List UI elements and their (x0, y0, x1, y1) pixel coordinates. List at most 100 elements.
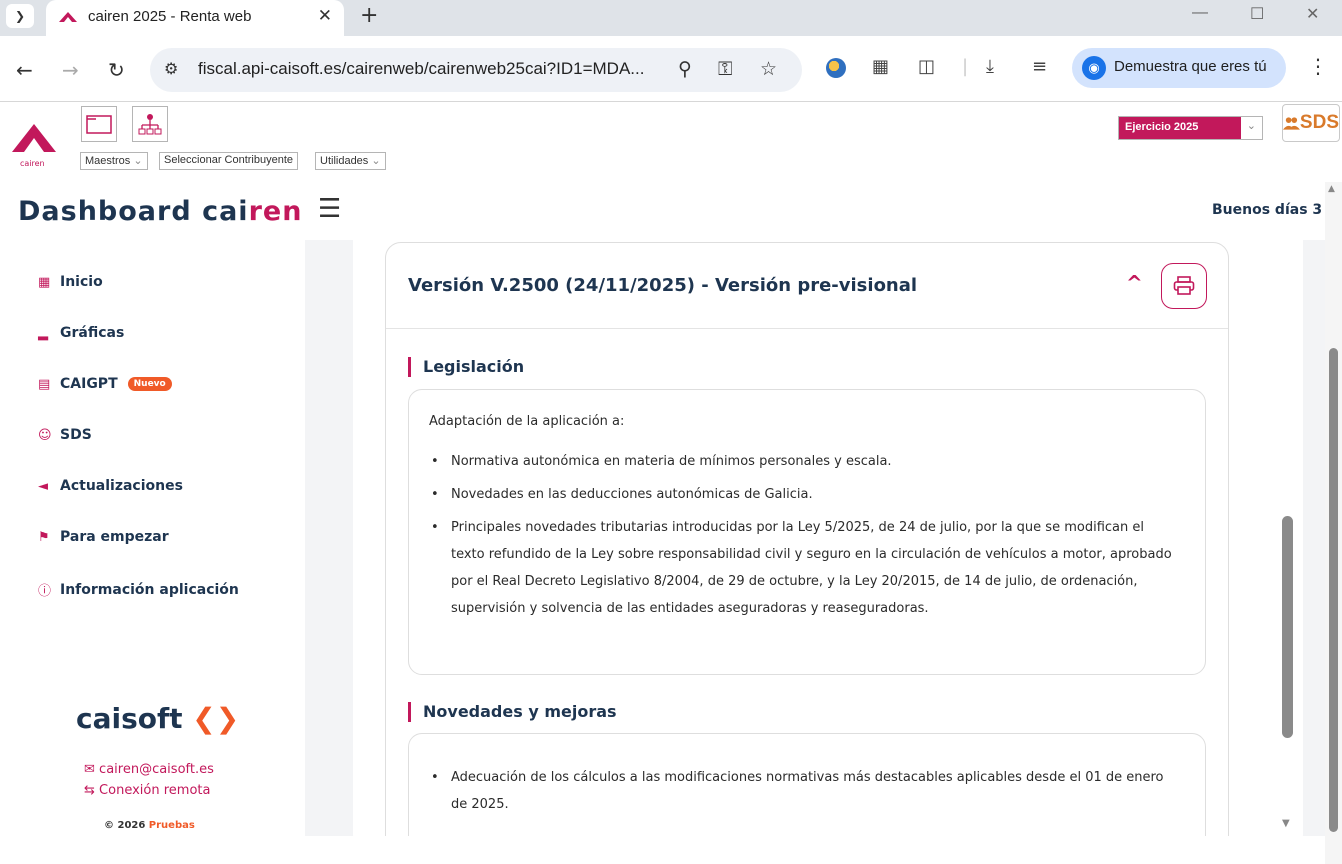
cairen-favicon-icon (59, 12, 77, 22)
hamburger-menu-icon[interactable]: ☰ (318, 194, 341, 224)
profile-shield-icon: ◉ (1082, 56, 1106, 80)
browser-toolbar: ← → ↻ ⚙ fiscal.api-caisoft.es/cairenweb/… (0, 36, 1342, 102)
list-item: Normativa autonómica en materia de mínim… (429, 448, 1179, 475)
app-topbar: cairen Maestros ⌄ Seleccionar Contribuye… (0, 102, 1342, 182)
profile-label: Demuestra que eres tú (1114, 58, 1267, 75)
info-icon: ⓘ (38, 584, 52, 599)
chevron-down-icon: ⌄ (133, 155, 143, 167)
chevron-up-icon[interactable]: ^ (1126, 271, 1143, 295)
download-icon[interactable]: ⤓ (986, 56, 994, 77)
tab-title: cairen 2025 - Renta web (88, 8, 252, 25)
menu-maestros[interactable]: Maestros ⌄ (80, 152, 148, 170)
cairen-logo-icon[interactable] (10, 116, 58, 156)
chevron-down-icon: ⌄ (1246, 119, 1256, 132)
remote-connection-link[interactable]: ⇆ Conexión remota (84, 783, 210, 798)
list-item: Principales novedades tributarias introd… (429, 514, 1179, 622)
reload-icon[interactable]: ↻ (108, 58, 125, 82)
star-icon[interactable]: ☆ (760, 58, 777, 80)
browser-tabstrip: ❯ cairen 2025 - Renta web ✕ + — ☐ ✕ (0, 0, 1342, 36)
chevron-down-icon: ❯ (14, 9, 26, 23)
main-content: Versión V.2500 (24/11/2025) - Versión pr… (305, 240, 1325, 836)
version-title: Versión V.2500 (24/11/2025) - Versión pr… (408, 275, 918, 296)
ejercicio-select[interactable]: Ejercicio 2025 ⌄ (1118, 116, 1263, 140)
reading-list-icon[interactable]: ≡ (1032, 56, 1047, 77)
zoom-icon[interactable]: ⚲ (678, 58, 692, 80)
browser-menu-icon[interactable]: ⋮ (1308, 54, 1328, 78)
profile-button[interactable]: ◉ Demuestra que eres tú (1072, 48, 1286, 88)
sidebar-item-sds[interactable]: ☺ SDS (38, 427, 92, 443)
minimize-icon[interactable]: — (1192, 4, 1208, 22)
bar-chart-icon: ▂ (38, 325, 48, 341)
flag-icon: ⚑ (38, 529, 50, 545)
extension-globe-icon[interactable] (826, 58, 846, 78)
menu-utilidades[interactable]: Utilidades ⌄ (315, 152, 386, 170)
chevron-down-icon: ⌄ (371, 155, 381, 167)
email-link[interactable]: ✉ cairen@caisoft.es (84, 762, 214, 777)
brand-caption: cairen (20, 159, 45, 168)
extensions-puzzle-icon[interactable]: ◫ (918, 56, 935, 77)
content-scrollbar-thumb[interactable] (1282, 516, 1293, 738)
print-button[interactable] (1161, 263, 1207, 309)
grid-icon: ▦ (38, 274, 51, 290)
maximize-icon[interactable]: ☐ (1250, 4, 1264, 24)
new-tab-icon[interactable]: + (360, 3, 378, 28)
page-title: Dashboard cairen (18, 196, 303, 227)
section-title-legislacion: Legislación (408, 357, 524, 377)
megaphone-icon: ◄ (38, 478, 48, 494)
sidebar-item-caigpt[interactable]: ▤ CAIGPT Nuevo (38, 376, 172, 392)
user-icon: ☺ (38, 427, 52, 443)
bottom-strip (305, 836, 1325, 864)
section-title-novedades: Novedades y mejoras (408, 702, 617, 722)
sidebar-item-para-empezar[interactable]: ⚑ Para empezar (38, 529, 169, 545)
browser-tab-active[interactable]: cairen 2025 - Renta web ✕ (46, 0, 344, 36)
back-arrow-icon[interactable]: ← (16, 58, 33, 82)
list-item: Adecuación de los cálculos a las modific… (429, 764, 1179, 818)
sidebar: ▦ Inicio ▂ Gráficas ▤ CAIGPT Nuevo ☺ SDS… (0, 240, 305, 864)
scroll-down-arrow-icon[interactable]: ▼ (1282, 818, 1290, 829)
toolbar-divider: | (962, 56, 969, 77)
window-close-icon[interactable]: ✕ (1306, 4, 1319, 24)
dashboard-header: Dashboard cairen ☰ Buenos días 3 (0, 182, 1342, 240)
new-badge: Nuevo (127, 377, 172, 391)
sidebar-item-informacion-aplicacion[interactable]: ⓘ Información aplicación (38, 580, 239, 600)
menu-seleccionar-contribuyente[interactable]: Seleccionar Contribuyente (159, 152, 299, 170)
address-bar[interactable]: ⚙ fiscal.api-caisoft.es/cairenweb/cairen… (150, 48, 802, 92)
url-text[interactable]: fiscal.api-caisoft.es/cairenweb/cairenwe… (198, 59, 644, 79)
org-chart-icon (138, 114, 162, 135)
org-structure-button[interactable] (132, 106, 168, 142)
scroll-up-arrow-icon[interactable]: ▲ (1328, 184, 1335, 194)
qr-code-icon[interactable]: ▦ (872, 56, 889, 77)
novedades-list: Adecuación de los cálculos a las modific… (429, 764, 1179, 824)
section-box-novedades: Adecuación de los cálculos a las modific… (408, 733, 1206, 836)
site-settings-icon[interactable]: ⚙ (164, 59, 178, 78)
swap-arrows-icon: ⇆ (84, 783, 95, 798)
sidebar-item-graficas[interactable]: ▂ Gráficas (38, 325, 124, 341)
printer-icon (1173, 276, 1195, 295)
forward-arrow-icon[interactable]: → (62, 58, 79, 82)
ejercicio-value: Ejercicio 2025 (1119, 117, 1241, 139)
version-card: Versión V.2500 (24/11/2025) - Versión pr… (385, 242, 1229, 836)
key-icon[interactable]: ⚿ (718, 58, 732, 80)
brackets-logo-icon: ❮❯ (182, 702, 240, 735)
users-icon (1283, 117, 1300, 130)
list-item: Novedades en las deducciones autonómicas… (429, 481, 1179, 508)
version-card-header[interactable]: Versión V.2500 (24/11/2025) - Versión pr… (386, 243, 1228, 329)
sidebar-item-inicio[interactable]: ▦ Inicio (38, 274, 103, 290)
section-intro: Adaptación de la aplicación a: (429, 414, 625, 429)
sds-label: SDS (1299, 112, 1339, 133)
open-folder-button[interactable] (81, 106, 117, 142)
tab-list-button[interactable]: ❯ (6, 4, 34, 28)
sds-button[interactable]: SDS (1282, 104, 1340, 142)
chat-icon: ▤ (38, 376, 51, 392)
page-scrollbar-thumb[interactable] (1329, 348, 1338, 832)
section-box-legislacion: Adaptación de la aplicación a: Normativa… (408, 389, 1206, 675)
copyright: © 2026 Pruebas (104, 820, 195, 831)
greeting-text: Buenos días 3 (1212, 202, 1323, 218)
caisoft-logo: caisoft ❮❯ (76, 702, 240, 735)
folder-icon (86, 115, 112, 134)
page-scrollbar[interactable]: ▲ (1325, 182, 1342, 864)
legislacion-list: Normativa autonómica en materia de mínim… (429, 448, 1179, 628)
mail-icon: ✉ (84, 762, 95, 777)
sidebar-item-actualizaciones[interactable]: ◄ Actualizaciones (38, 478, 183, 494)
close-icon[interactable]: ✕ (318, 6, 332, 26)
